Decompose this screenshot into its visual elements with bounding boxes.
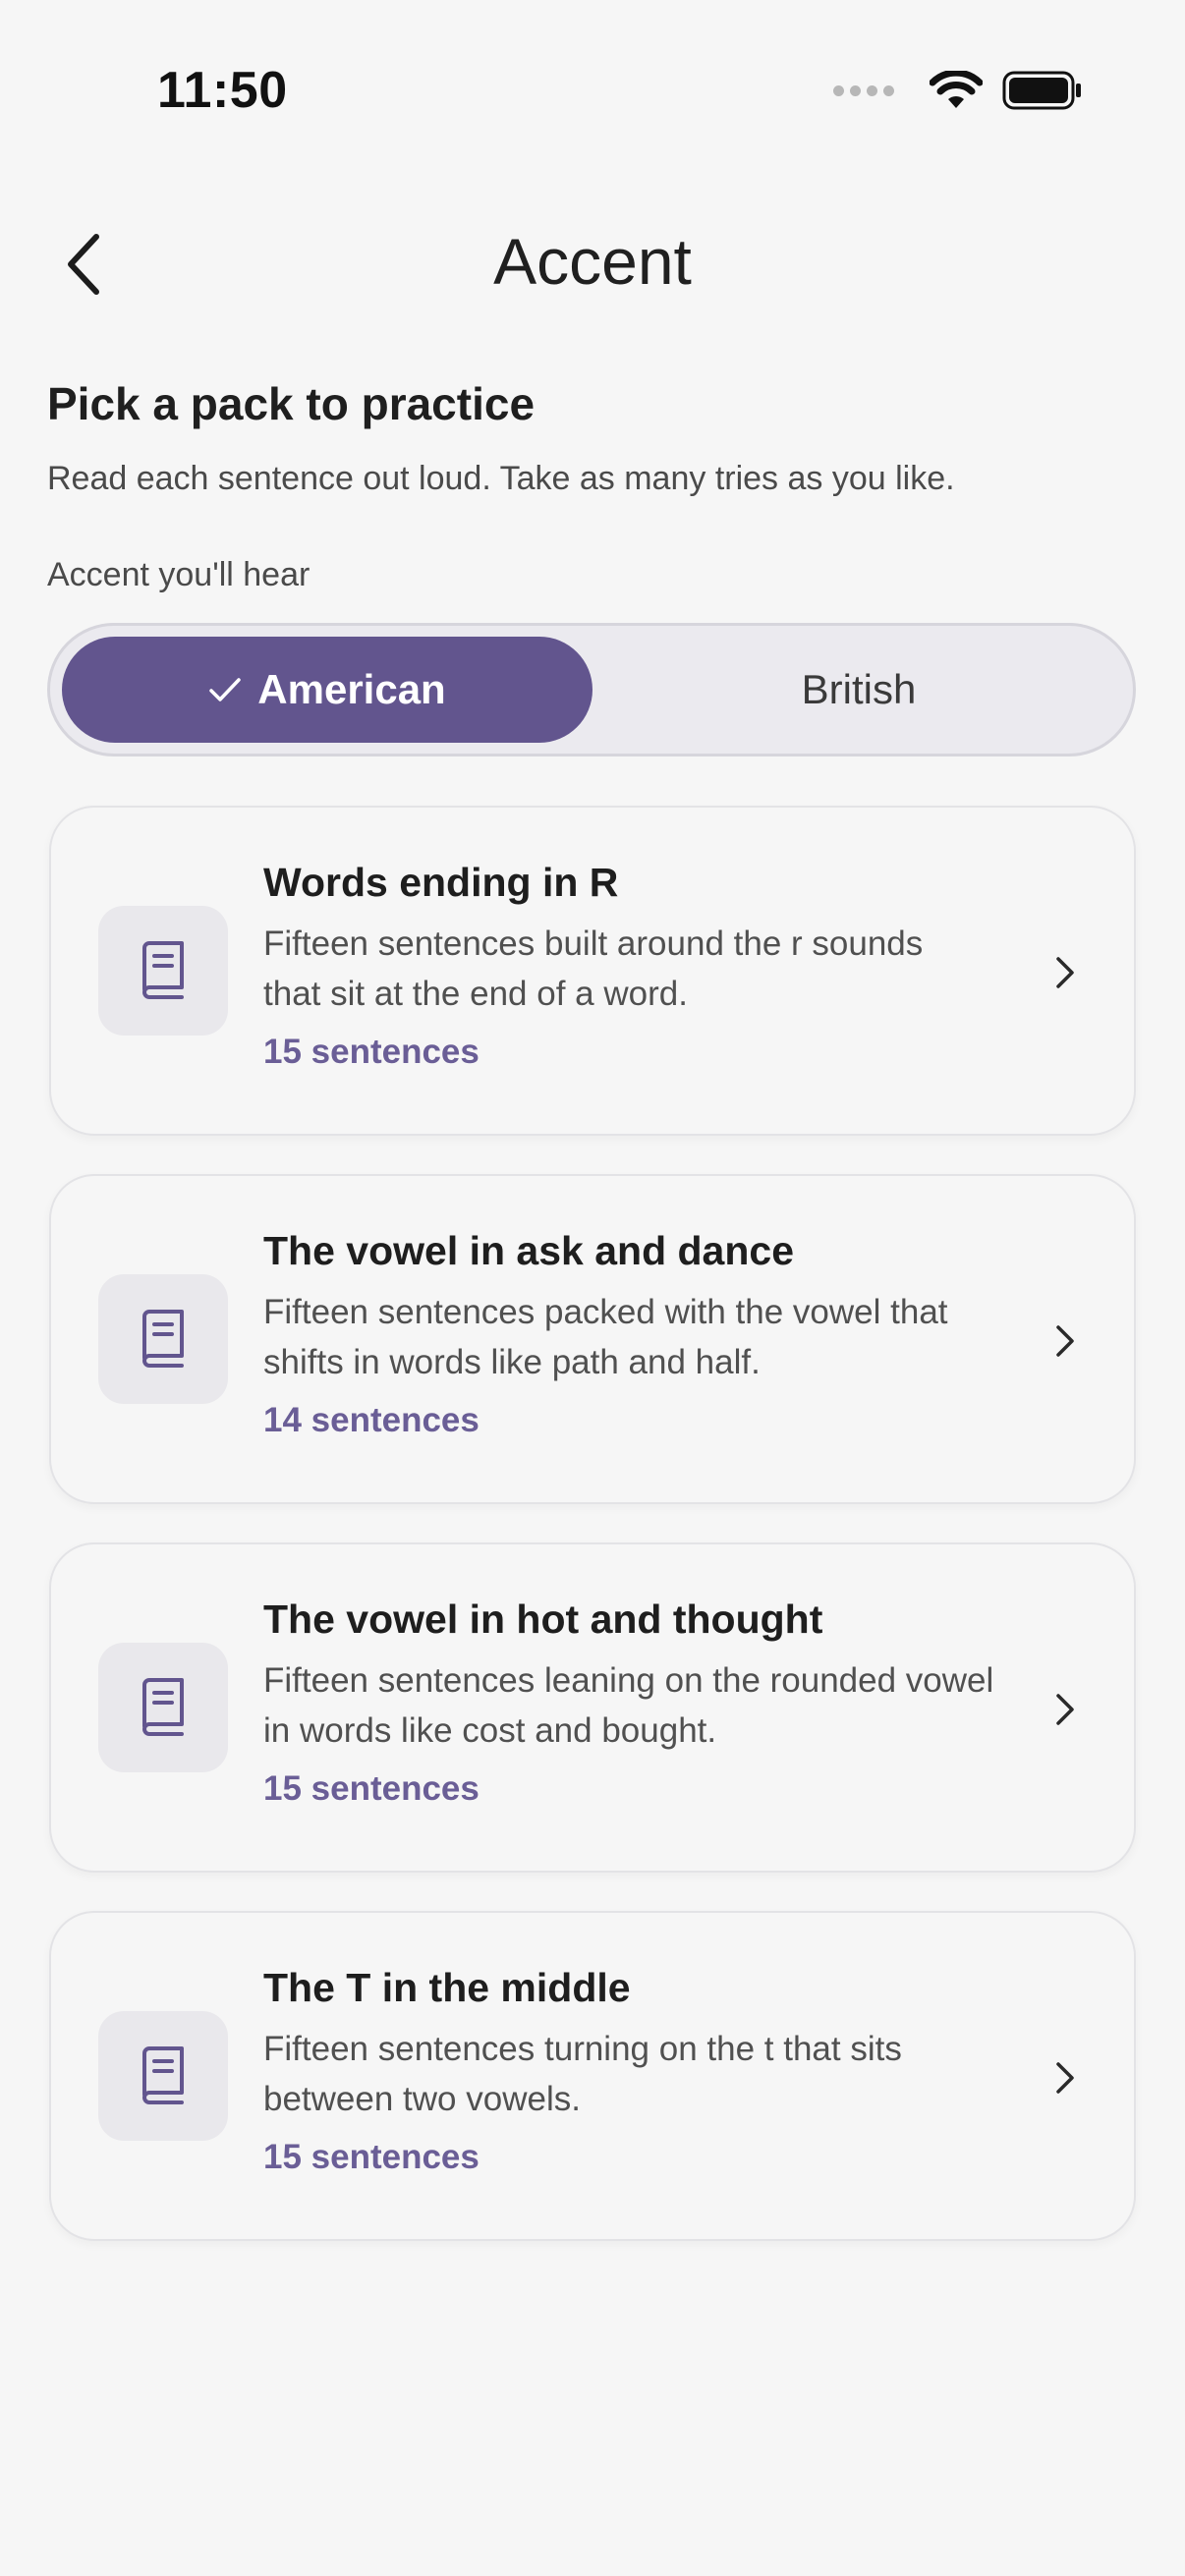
book-icon [142, 1310, 184, 1368]
wifi-icon [930, 71, 983, 108]
pack-description: Fifteen sentences leaning on the rounded… [263, 1655, 1030, 1756]
pack-description-line: Fifteen sentences packed with the vowel … [263, 1293, 948, 1332]
book-icon [142, 1678, 184, 1736]
pack-description-line: Fifteen sentences built around the r sou… [263, 924, 924, 964]
pack-description: Fifteen sentences turning on the t that … [263, 2024, 1030, 2124]
chevron-right-icon [1045, 2050, 1085, 2105]
pack-count: 15 sentences [263, 2138, 480, 2177]
section-title: Pick a pack to practice [47, 378, 536, 429]
pack-description: Fifteen sentences packed with the vowel … [263, 1287, 1030, 1387]
pack-card[interactable]: The vowel in hot and thought Fifteen sen… [49, 1542, 1136, 1873]
pack-icon-container [98, 1643, 228, 1772]
pack-count: 14 sentences [263, 1401, 480, 1440]
book-icon [142, 2046, 184, 2104]
accent-option-label: British [801, 666, 917, 712]
section-subtitle: Read each sentence out loud. Take as man… [47, 460, 955, 497]
signal-icon [833, 84, 894, 96]
accent-toggle-label: Accent you'll hear [47, 556, 310, 593]
pack-description-line: between two vowels. [263, 2080, 581, 2119]
pack-card[interactable]: The vowel in ask and dance Fifteen sente… [49, 1174, 1136, 1504]
status-time: 11:50 [157, 62, 288, 119]
pack-card[interactable]: Words ending in R Fifteen sentences buil… [49, 806, 1136, 1136]
pack-description-line: Fifteen sentences turning on the t that … [263, 2030, 902, 2069]
pack-description-line: shifts in words like path and half. [263, 1343, 761, 1382]
screen: 11:50 Accent Pick a pack to practice Rea… [0, 0, 1185, 2576]
pack-icon-container [98, 1274, 228, 1404]
chevron-right-icon [1045, 1682, 1085, 1737]
check-icon [209, 678, 242, 701]
chevron-right-icon [1045, 945, 1085, 1000]
pack-card[interactable]: The T in the middle Fifteen sentences tu… [49, 1911, 1136, 2241]
accent-option-label: American [257, 666, 446, 712]
pack-title: The vowel in ask and dance [263, 1228, 795, 1273]
accent-toggle: American British [47, 623, 1136, 756]
pack-description-line: Fifteen sentences leaning on the rounded… [263, 1661, 994, 1701]
accent-option-american[interactable]: American [62, 637, 592, 743]
pack-count: 15 sentences [263, 1033, 480, 1072]
pack-title: The T in the middle [263, 1965, 631, 2010]
pack-description-line: in words like cost and bought. [263, 1711, 717, 1751]
pack-description-line: that sit at the end of a word. [263, 975, 688, 1014]
pack-icon-container [98, 2011, 228, 2141]
status-icons [833, 71, 1083, 110]
pack-title: The vowel in hot and thought [263, 1596, 823, 1642]
pack-description: Fifteen sentences built around the r sou… [263, 919, 1030, 1019]
pack-icon-container [98, 906, 228, 1036]
page-title: Accent [493, 225, 692, 298]
book-icon [142, 941, 184, 999]
pack-count: 15 sentences [263, 1769, 480, 1809]
accent-option-british[interactable]: British [592, 637, 1125, 743]
battery-icon [1002, 71, 1081, 110]
chevron-right-icon [1045, 1314, 1085, 1369]
pack-title: Words ending in R [263, 860, 619, 905]
